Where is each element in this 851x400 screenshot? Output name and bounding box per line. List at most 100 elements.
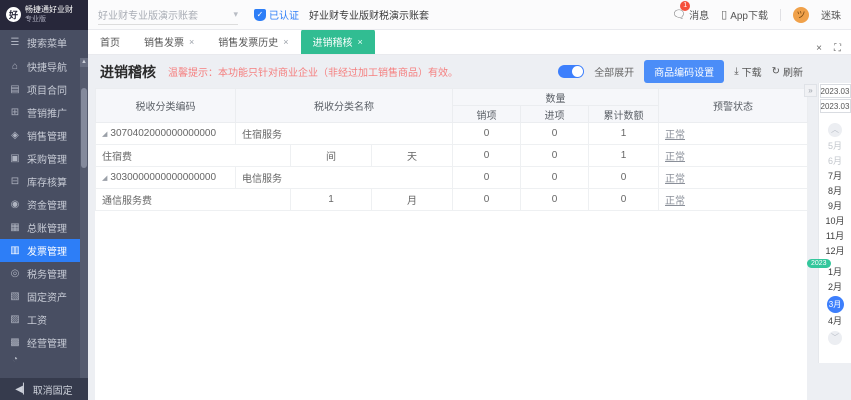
tab-purchase-sales-audit[interactable]: 进销稽核 × — [301, 29, 375, 54]
input-qty-cell: 0 — [521, 189, 589, 211]
tab-bar: 首页 销售发票 × 销售发票历史 × 进销稽核 × × ⛶ — [88, 30, 851, 55]
expand-all-toggle[interactable] — [558, 65, 584, 78]
month-item: 5月 — [828, 139, 842, 154]
col-header-status: 预警状态 — [659, 89, 808, 123]
account-set-value: 好业财专业版演示账套 — [98, 7, 198, 22]
username[interactable]: 迷珠 — [821, 7, 841, 22]
sidebar-item-search-menu[interactable]: ☰ 搜索菜单 — [0, 30, 88, 55]
refresh-button[interactable]: ↻ 刷新 — [772, 64, 803, 79]
month-item[interactable]: 4月 — [828, 314, 842, 329]
period-end-box[interactable]: 2023.03 — [820, 99, 851, 113]
status-link[interactable]: 正常 — [665, 174, 685, 185]
scroll-months-up-icon[interactable]: ︿ — [828, 123, 842, 137]
expand-icon[interactable]: ◢ — [102, 131, 107, 138]
operations-icon: ▩ — [9, 337, 21, 348]
avatar[interactable]: ツ — [793, 7, 809, 23]
month-item[interactable]: 7月 — [828, 169, 842, 184]
scroll-months-down-icon[interactable]: ﹀ — [828, 331, 842, 345]
audit-table: 税收分类编码 税收分类名称 数量 预警状态 销项 进项 累计数额 ◢307040… — [95, 88, 808, 211]
sidebar-item-salary[interactable]: ▨ 工资 — [0, 308, 88, 331]
month-item[interactable]: 2月 — [828, 280, 842, 295]
sales-icon: ◈ — [9, 130, 21, 141]
account-set-select[interactable]: 好业财专业版演示账套 ▾ — [98, 5, 238, 25]
tab-home[interactable]: 首页 — [88, 29, 132, 54]
month-item[interactable]: 10月 — [825, 214, 844, 229]
tab-label: 进销稽核 — [313, 34, 353, 49]
page-title: 进销稽核 — [100, 62, 156, 82]
sidebar-item-label: 营销推广 — [27, 105, 67, 120]
table-row[interactable]: ◢3070402000000000000 住宿服务 0 0 1 正常 — [96, 123, 808, 145]
sidebar-item-label: 经营管理 — [27, 335, 67, 350]
col-header-output: 销项 — [453, 106, 521, 123]
logo-icon: 好 — [6, 7, 21, 22]
unit1-cell: 间 — [291, 145, 372, 167]
sidebar: ☰ 搜索菜单 ⌂ 快捷导航 ▤ 项目合同 ⊞ 营销推广 ◈ 销售管理 ▣ 采购管… — [0, 30, 88, 400]
status-link[interactable]: 正常 — [665, 130, 685, 141]
marketing-icon: ⊞ — [9, 107, 21, 118]
page-hint: 温馨提示：本功能只针对商业企业（非经过加工销售商品）有效。 — [168, 64, 458, 79]
product-code-settings-button[interactable]: 商品编码设置 — [644, 60, 724, 83]
invoice-icon: ▥ — [9, 245, 21, 256]
month-item-selected[interactable]: 3月 — [827, 296, 844, 313]
app-download-button[interactable]: ▯ App下载 — [721, 7, 768, 22]
name-cell: 住宿服务 — [236, 123, 453, 145]
total-qty-cell: 1 — [589, 145, 659, 167]
unpin-sidebar-button[interactable]: ◀▏ 取消固定 — [0, 378, 88, 400]
sidebar-scrollbar[interactable]: ▲ ▼ — [80, 58, 88, 400]
sidebar-item-inventory[interactable]: ⊟ 库存核算 — [0, 170, 88, 193]
sidebar-item-funds[interactable]: ◉ 资金管理 — [0, 193, 88, 216]
expand-icon[interactable]: ◢ — [102, 175, 107, 182]
table-header-row: 税收分类编码 税收分类名称 数量 预警状态 — [96, 89, 808, 106]
sidebar-item-marketing[interactable]: ⊞ 营销推广 — [0, 101, 88, 124]
output-qty-cell: 0 — [453, 145, 521, 167]
table-row[interactable]: ◢3030000000000000000 电信服务 0 0 0 正常 — [96, 167, 808, 189]
month-item[interactable]: 8月 — [828, 184, 842, 199]
close-icon[interactable]: × — [189, 37, 194, 47]
status-link[interactable]: 正常 — [665, 196, 685, 207]
close-icon[interactable]: × — [283, 37, 288, 47]
sidebar-item-operations[interactable]: ▩ 经营管理 — [0, 331, 88, 354]
tab-sales-invoice[interactable]: 销售发票 × — [132, 29, 206, 54]
period-start-box[interactable]: 2023.03 — [820, 84, 851, 98]
scrollbar-thumb[interactable] — [81, 88, 87, 168]
sidebar-item-general-ledger[interactable]: ▦ 总账管理 — [0, 216, 88, 239]
fullscreen-icon[interactable]: ⛶ — [834, 43, 841, 54]
sidebar-item-quick-nav[interactable]: ⌂ 快捷导航 — [0, 55, 88, 78]
gear-icon: ◔ — [9, 354, 21, 365]
divider — [780, 9, 781, 21]
code-cell: ◢3030000000000000000 — [96, 167, 236, 189]
month-item[interactable]: 1月 — [828, 265, 842, 280]
sidebar-item-project-contract[interactable]: ▤ 项目合同 — [0, 78, 88, 101]
month-item[interactable]: 9月 — [828, 199, 842, 214]
sidebar-item-invoice[interactable]: ▥ 发票管理 — [0, 239, 88, 262]
download-button[interactable]: ⤓ 下载 — [734, 64, 761, 79]
name-cell: 电信服务 — [236, 167, 453, 189]
messages-button[interactable]: 🗨 消息 1 — [672, 7, 709, 22]
year-badge: 2023 — [807, 259, 831, 268]
logo-title: 畅捷通好业财 — [25, 6, 73, 14]
tab-label: 首页 — [100, 34, 120, 49]
sidebar-menu: ⌂ 快捷导航 ▤ 项目合同 ⊞ 营销推广 ◈ 销售管理 ▣ 采购管理 ⊟ 库存核… — [0, 55, 88, 365]
sidebar-item-tax[interactable]: ◎ 税务管理 — [0, 262, 88, 285]
close-window-icon[interactable]: × — [816, 43, 822, 54]
table-row[interactable]: 通信服务费 1 月 0 0 0 正常 — [96, 189, 808, 211]
status-link[interactable]: 正常 — [665, 152, 685, 163]
month-item[interactable]: 12月 — [825, 244, 844, 259]
scroll-up-icon[interactable]: ▲ — [80, 58, 88, 67]
table-row[interactable]: 住宿费 间 天 0 0 1 正常 — [96, 145, 808, 167]
inventory-icon: ⊟ — [9, 176, 21, 187]
sidebar-item-fixed-assets[interactable]: ▧ 固定资产 — [0, 285, 88, 308]
sidebar-item-purchase[interactable]: ▣ 采购管理 — [0, 147, 88, 170]
tab-sales-invoice-history[interactable]: 销售发票历史 × — [206, 29, 300, 54]
chevron-down-icon: ▾ — [233, 9, 238, 20]
collapse-rail-icon[interactable]: » — [804, 84, 817, 97]
sidebar-item-label: 采购管理 — [27, 151, 67, 166]
sidebar-item-partial[interactable]: ◔ — [0, 354, 88, 365]
month-list: ︿ 5月 6月 7月 8月 9月 10月 11月 12月 2023 1月 2月 … — [819, 121, 851, 347]
month-item[interactable]: 11月 — [826, 229, 844, 244]
close-icon[interactable]: × — [358, 37, 363, 47]
sidebar-item-label: 总账管理 — [27, 220, 67, 235]
name-cell: 住宿费 — [96, 145, 291, 167]
sidebar-item-sales[interactable]: ◈ 销售管理 — [0, 124, 88, 147]
app-logo: 好 畅捷通好业财 专业版 — [0, 0, 88, 30]
